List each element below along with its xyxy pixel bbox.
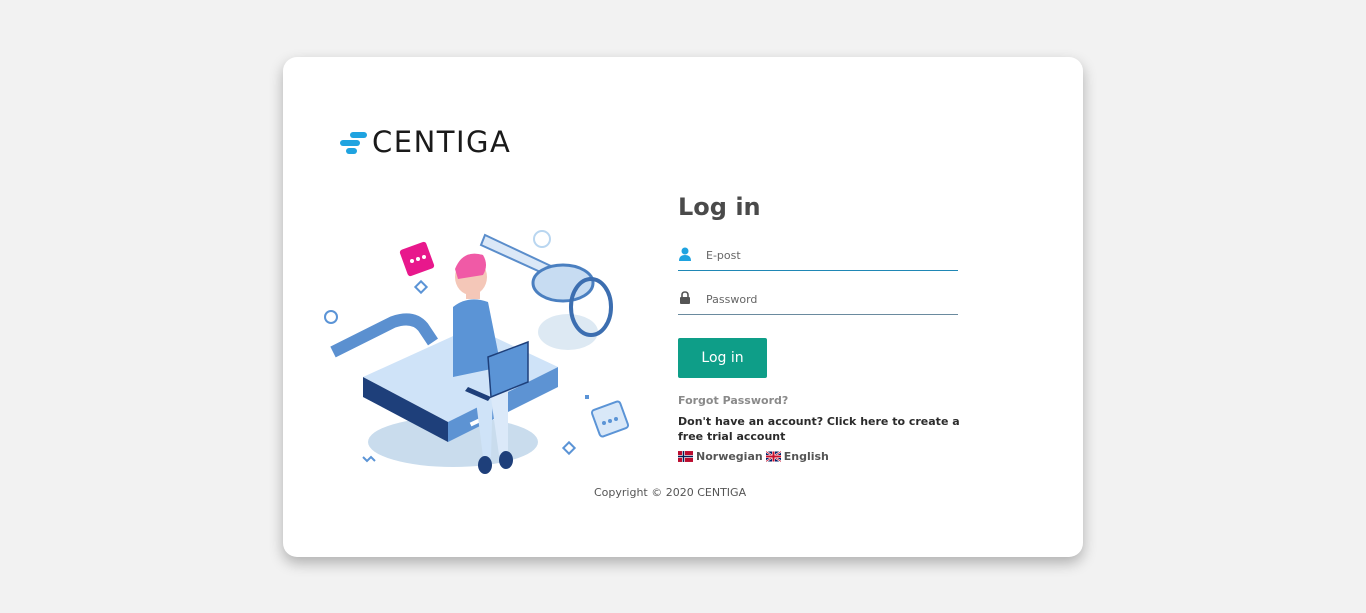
email-input[interactable] xyxy=(702,244,960,266)
password-input[interactable] xyxy=(702,288,960,310)
centiga-logo-mark-icon xyxy=(340,132,367,154)
language-switcher: Norwegian English xyxy=(678,449,832,463)
signup-link[interactable]: Don't have an account? Click here to cre… xyxy=(678,414,968,444)
copyright: Copyright © 2020 CENTIGA xyxy=(594,486,747,499)
user-icon xyxy=(679,247,691,261)
login-title: Log in xyxy=(678,193,761,221)
language-label: English xyxy=(783,449,829,463)
language-label: Norwegian xyxy=(696,449,763,463)
login-button[interactable]: Log in xyxy=(678,338,767,378)
forgot-password-link[interactable]: Forgot Password? xyxy=(678,394,788,407)
norway-flag-icon xyxy=(678,450,693,462)
email-field xyxy=(678,242,960,271)
brand-name: CENTIGA xyxy=(372,125,512,159)
uk-flag-icon xyxy=(765,450,781,462)
language-option-english[interactable]: English xyxy=(765,449,829,463)
login-card: CENTIGA Log in E-post Log in Forgot Pass… xyxy=(283,57,1083,557)
centiga-logo: CENTIGA xyxy=(340,125,540,159)
lock-icon xyxy=(680,291,690,304)
login-illustration xyxy=(324,230,630,474)
language-option-norwegian[interactable]: Norwegian xyxy=(678,450,763,463)
password-field xyxy=(678,286,960,315)
